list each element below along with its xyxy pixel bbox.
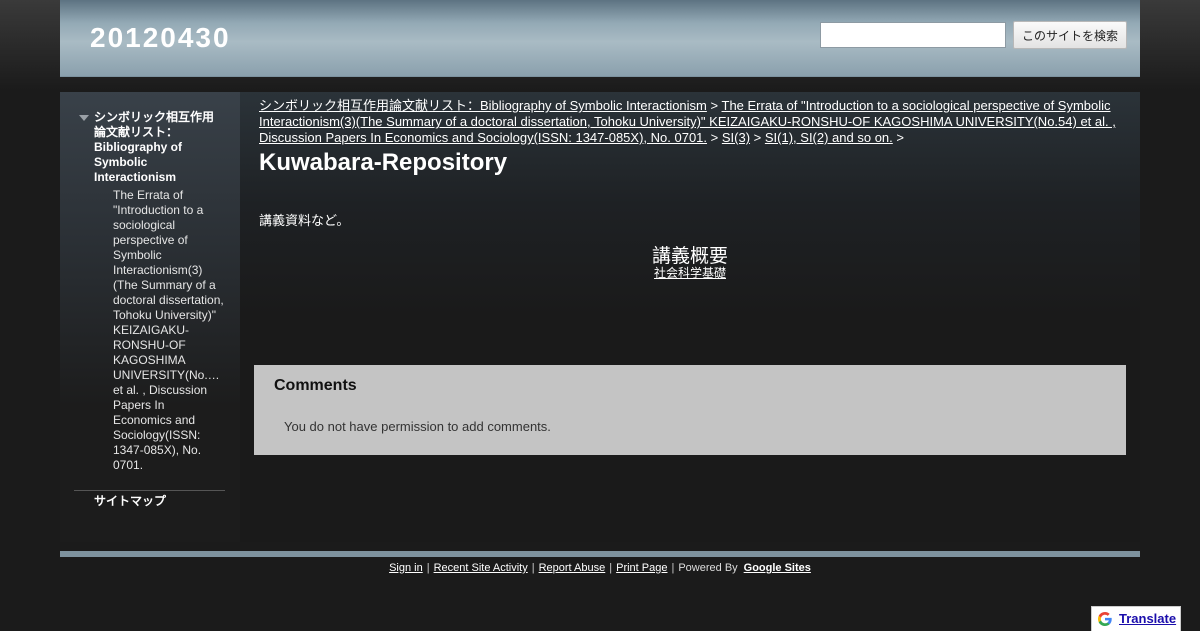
- breadcrumb-link-si3[interactable]: SI(3): [722, 130, 750, 145]
- recent-activity-link[interactable]: Recent Site Activity: [434, 562, 528, 574]
- footer: Sign in | Recent Site Activity | Report Abus…: [0, 562, 1200, 574]
- comments-title: Comments: [274, 377, 357, 394]
- footer-bar: [60, 551, 1140, 557]
- search-button[interactable]: このサイトを検索: [1013, 21, 1128, 49]
- powered-by-text: Powered By: [678, 562, 738, 574]
- google-g-icon: [1098, 612, 1112, 626]
- breadcrumb-separator: >: [896, 130, 904, 145]
- search-input[interactable]: [820, 22, 1006, 48]
- print-page-link[interactable]: Print Page: [616, 562, 667, 574]
- expand-triangle-icon[interactable]: [79, 115, 89, 121]
- site-header: 20120430 このサイトを検索: [60, 0, 1140, 77]
- sidebar-item-bibliography[interactable]: シンボリック相互作用論文献リスト：Bibliography of Symboli…: [94, 110, 224, 185]
- breadcrumb-separator: >: [753, 130, 762, 145]
- site-title[interactable]: 20120430: [90, 22, 231, 54]
- translate-label[interactable]: Translate: [1119, 611, 1176, 626]
- sidebar: シンボリック相互作用論文献リスト：Bibliography of Symboli…: [60, 92, 240, 542]
- breadcrumb-link-si1-si2[interactable]: SI(1), SI(2) and so on.: [765, 130, 893, 145]
- footer-separator: |: [426, 562, 430, 574]
- main-content: シンボリック相互作用論文献リスト：Bibliography of Symboli…: [240, 92, 1140, 542]
- comments-message: You do not have permission to add commen…: [284, 419, 551, 434]
- sidebar-divider: [74, 490, 225, 491]
- sidebar-item-sitemap[interactable]: サイトマップ: [94, 492, 166, 509]
- breadcrumb-link-bibliography[interactable]: シンボリック相互作用論文献リスト：Bibliography of Symboli…: [259, 98, 707, 113]
- lecture-link-wrap: 社会科学基礎: [240, 264, 1140, 281]
- google-sites-link[interactable]: Google Sites: [744, 562, 811, 574]
- report-abuse-link[interactable]: Report Abuse: [539, 562, 606, 574]
- lecture-link[interactable]: 社会科学基礎: [654, 266, 726, 280]
- page-wrapper: シンボリック相互作用論文献リスト：Bibliography of Symboli…: [60, 92, 1140, 542]
- breadcrumb-separator: >: [710, 130, 719, 145]
- footer-separator: |: [531, 562, 535, 574]
- breadcrumb: シンボリック相互作用論文献リスト：Bibliography of Symboli…: [259, 98, 1129, 146]
- body-text: 講義資料など。: [259, 213, 350, 228]
- translate-widget[interactable]: Translate: [1091, 606, 1181, 631]
- comments-section: Comments You do not have permission to a…: [254, 365, 1126, 455]
- footer-separator: |: [609, 562, 613, 574]
- page-title: Kuwabara-Repository: [259, 149, 508, 176]
- sign-in-link[interactable]: Sign in: [389, 562, 423, 574]
- breadcrumb-separator: >: [710, 98, 719, 113]
- footer-separator: |: [671, 562, 675, 574]
- sidebar-item-errata[interactable]: The Errata of "Introduction to a sociolo…: [113, 188, 225, 473]
